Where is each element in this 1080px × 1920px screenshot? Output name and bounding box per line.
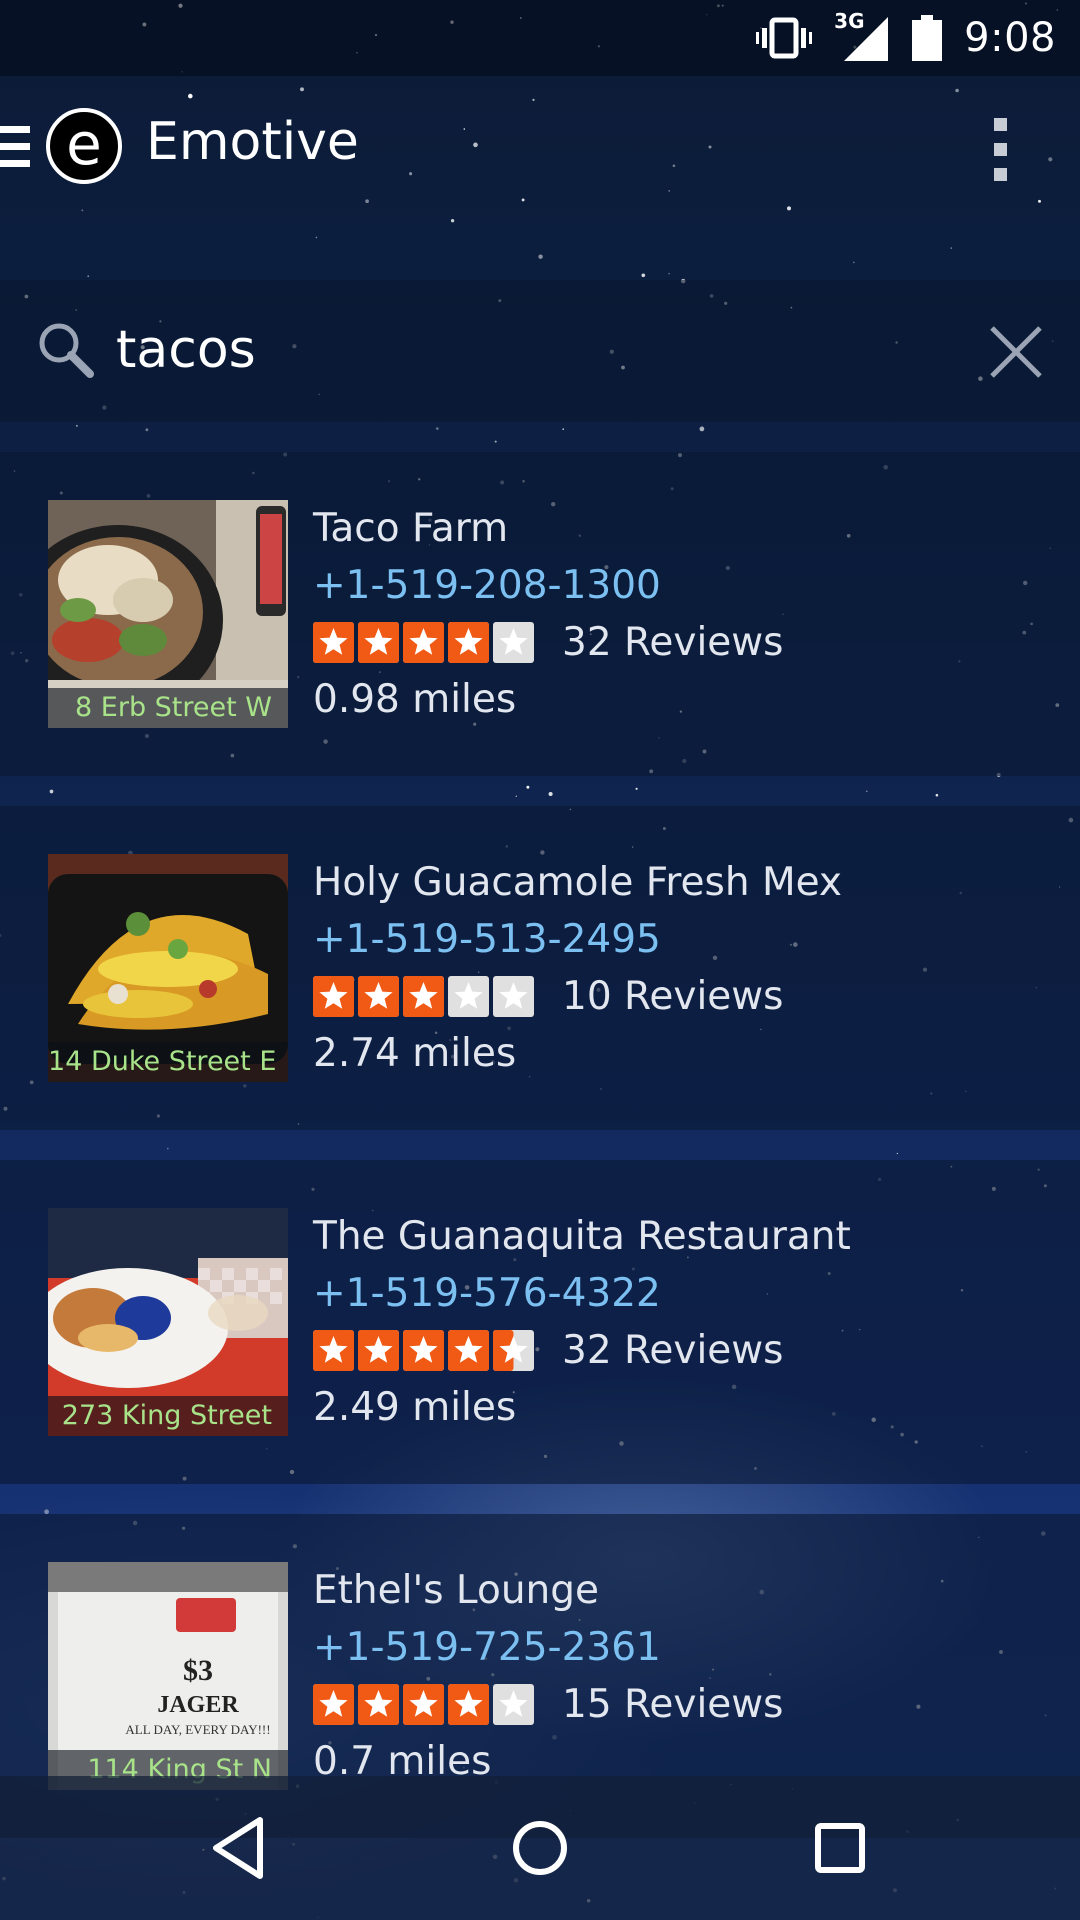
phone-link[interactable]: +1-519-725-2361 — [313, 1619, 1053, 1676]
phone-link[interactable]: +1-519-576-4322 — [313, 1265, 1053, 1322]
star-rating — [313, 976, 534, 1017]
restaurant-photo[interactable]: $3 JAGER ALL DAY, EVERY DAY!!! 114 King … — [48, 1562, 288, 1790]
restaurant-photo[interactable]: 14 Duke Street E — [48, 854, 288, 1082]
thumb-drink-text: JAGER — [157, 1692, 239, 1718]
close-icon[interactable] — [988, 324, 1044, 380]
review-count: 32 Reviews — [562, 620, 784, 665]
restaurant-name[interactable]: The Guanaquita Restaurant — [313, 1208, 1053, 1265]
restaurant-name[interactable]: Holy Guacamole Fresh Mex — [313, 854, 1053, 911]
vibrate-icon — [756, 17, 813, 59]
app-logo: e — [46, 108, 122, 184]
star-icon — [358, 1330, 399, 1371]
home-icon[interactable] — [504, 1812, 576, 1884]
result-card[interactable]: 8 Erb Street W Taco Farm +1-519-208-1300… — [0, 452, 1080, 776]
star-rating — [313, 1684, 534, 1725]
star-icon — [448, 1330, 489, 1371]
address-label: 273 King Street — [48, 1396, 288, 1436]
overflow-menu-icon[interactable] — [994, 118, 1010, 182]
recents-icon[interactable] — [804, 1812, 876, 1884]
result-card[interactable]: 273 King Street The Guanaquita Restauran… — [0, 1160, 1080, 1484]
star-icon — [313, 976, 354, 1017]
status-bar: 3G 9:08 — [0, 0, 1080, 76]
star-icon — [493, 1330, 534, 1371]
distance-label: 2.49 miles — [313, 1385, 517, 1430]
search-input[interactable] — [116, 310, 916, 390]
star-rating — [313, 1330, 534, 1371]
star-rating — [313, 622, 534, 663]
menu-icon[interactable] — [0, 126, 30, 176]
star-icon — [448, 976, 489, 1017]
star-icon — [403, 1684, 444, 1725]
star-icon — [358, 622, 399, 663]
distance-label: 0.98 miles — [313, 677, 517, 722]
star-icon — [493, 976, 534, 1017]
restaurant-photo[interactable]: 273 King Street — [48, 1208, 288, 1436]
address-label: 14 Duke Street E — [48, 1042, 288, 1082]
star-icon — [448, 622, 489, 663]
review-count: 10 Reviews — [562, 974, 784, 1019]
thumb-tagline-text: ALL DAY, EVERY DAY!!! — [125, 1722, 270, 1737]
search-bar — [0, 280, 1080, 422]
restaurant-name[interactable]: Ethel's Lounge — [313, 1562, 1053, 1619]
address-label: 8 Erb Street W — [48, 688, 288, 728]
star-icon — [493, 1684, 534, 1725]
star-icon — [493, 622, 534, 663]
star-icon — [358, 1684, 399, 1725]
back-icon[interactable] — [204, 1812, 276, 1884]
result-card[interactable]: 14 Duke Street E Holy Guacamole Fresh Me… — [0, 806, 1080, 1130]
star-icon — [358, 976, 399, 1017]
navigation-bar — [0, 1776, 1080, 1920]
phone-link[interactable]: +1-519-513-2495 — [313, 911, 1053, 968]
star-icon — [403, 976, 444, 1017]
status-time: 9:08 — [964, 15, 1056, 61]
star-icon — [313, 622, 354, 663]
signal-icon — [844, 17, 889, 61]
app-title: Emotive — [146, 112, 359, 172]
review-count: 15 Reviews — [562, 1682, 784, 1727]
restaurant-name[interactable]: Taco Farm — [313, 500, 1053, 557]
thumb-price-text: $3 — [183, 1654, 213, 1687]
search-icon — [39, 323, 94, 378]
restaurant-photo[interactable]: 8 Erb Street W — [48, 500, 288, 728]
distance-label: 2.74 miles — [313, 1031, 517, 1076]
phone-link[interactable]: +1-519-208-1300 — [313, 557, 1053, 614]
app-bar: e Emotive — [0, 76, 1080, 224]
star-icon — [403, 1330, 444, 1371]
star-icon — [448, 1684, 489, 1725]
star-icon — [313, 1684, 354, 1725]
review-count: 32 Reviews — [562, 1328, 784, 1373]
star-icon — [313, 1330, 354, 1371]
results-list: 8 Erb Street W Taco Farm +1-519-208-1300… — [0, 452, 1080, 1868]
battery-icon — [912, 15, 943, 61]
star-icon — [403, 622, 444, 663]
